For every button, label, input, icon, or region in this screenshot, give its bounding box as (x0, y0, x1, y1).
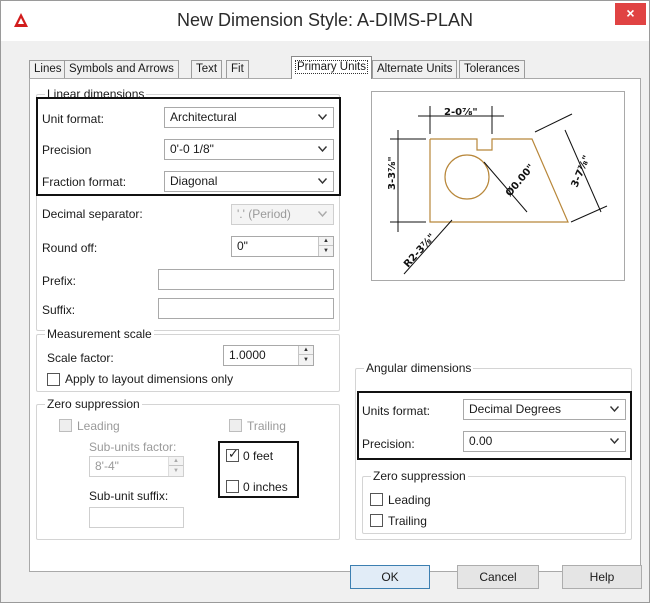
zero-suppression-linear-title: Zero suppression (45, 397, 142, 411)
scale-factor-input[interactable]: 1.0000 ▲ ▼ (223, 345, 314, 366)
sub-units-factor-input[interactable]: 8'-4" ▲ ▼ (89, 456, 184, 477)
zero-inches-label: 0 inches (243, 480, 288, 494)
angular-trailing-checkbox[interactable] (370, 514, 383, 527)
tab-alternate-units[interactable]: Alternate Units (372, 60, 458, 78)
spin-down-icon[interactable]: ▼ (319, 247, 333, 256)
zero-inches-checkbox[interactable] (226, 480, 239, 493)
tab-tolerances[interactable]: Tolerances (459, 60, 525, 78)
chevron-down-icon (610, 438, 619, 444)
unit-format-label: Unit format: (42, 112, 105, 126)
angular-units-format-select[interactable]: Decimal Degrees (463, 399, 626, 420)
sub-unit-suffix-input[interactable] (89, 507, 184, 528)
apply-layout-checkbox[interactable] (47, 373, 60, 386)
decimal-separator-value: '.' (Period) (237, 207, 291, 221)
preview-label-right: 3-7⅞" (570, 154, 593, 189)
chevron-down-icon (318, 146, 327, 152)
tab-text[interactable]: Text (191, 60, 223, 78)
suffix-label: Suffix: (42, 303, 76, 317)
chevron-down-icon (318, 114, 327, 120)
preview-drawing: 2-0⅞" 3-3⅞" 3-7⅞" Ø0.00" R2-3⅞" (387, 106, 608, 275)
title-bar[interactable]: New Dimension Style: A-DIMS-PLAN × (1, 1, 649, 41)
unit-format-value: Architectural (170, 110, 237, 124)
trailing-label: Trailing (247, 419, 286, 433)
window-title: New Dimension Style: A-DIMS-PLAN (176, 10, 474, 30)
leading-label: Leading (77, 419, 120, 433)
sub-unit-suffix-label: Sub-unit suffix: (89, 489, 169, 503)
preview-label-radius: R2-3⅞" (402, 232, 438, 270)
sub-units-spinner[interactable]: ▲ ▼ (168, 457, 183, 476)
close-button[interactable]: × (615, 3, 646, 25)
suffix-input[interactable] (158, 298, 334, 319)
cancel-button[interactable]: Cancel (457, 565, 539, 589)
precision-select[interactable]: 0'-0 1/8" (164, 139, 334, 160)
unit-format-select[interactable]: Architectural (164, 107, 334, 128)
angular-units-format-label: Units format: (362, 404, 431, 418)
preview-geometry (429, 138, 569, 223)
zero-feet-checkbox[interactable]: ✓ (226, 446, 239, 462)
measurement-scale-title: Measurement scale (45, 327, 154, 341)
zero-suppression-angular-title: Zero suppression (371, 469, 468, 483)
prefix-label: Prefix: (42, 274, 77, 288)
primary-units-panel: Linear dimensions Unit format: Architect… (29, 78, 641, 572)
dialog-window: New Dimension Style: A-DIMS-PLAN × Lines… (0, 0, 650, 603)
help-button[interactable]: Help (562, 565, 642, 589)
sub-units-factor-value: 8'-4" (95, 459, 119, 473)
round-off-label: Round off: (42, 241, 98, 255)
angular-leading-label: Leading (388, 493, 431, 507)
tab-symbols-and-arrows[interactable]: Symbols and Arrows (64, 60, 179, 78)
preview-label-diameter: Ø0.00" (503, 162, 537, 199)
scale-factor-value: 1.0000 (229, 348, 266, 362)
round-off-value: 0" (237, 239, 248, 253)
tab-primary-units[interactable]: Primary Units (291, 56, 373, 79)
chevron-down-icon (318, 211, 327, 217)
dimension-preview: 2-0⅞" 3-3⅞" 3-7⅞" Ø0.00" R2-3⅞" (371, 91, 625, 281)
round-off-input[interactable]: 0" ▲ ▼ (231, 236, 334, 257)
preview-label-left: 3-3⅞" (387, 156, 398, 190)
spin-down-icon[interactable]: ▼ (299, 356, 313, 365)
tab-lines[interactable]: Lines (29, 60, 67, 78)
angular-precision-value: 0.00 (469, 434, 493, 448)
chevron-down-icon (610, 406, 619, 412)
tab-fit[interactable]: Fit (226, 60, 249, 78)
round-off-spinner[interactable]: ▲ ▼ (318, 237, 333, 256)
tab-primary-units-label: Primary Units (294, 60, 369, 74)
ok-button[interactable]: OK (350, 565, 430, 589)
trailing-checkbox[interactable] (229, 419, 242, 432)
leading-checkbox[interactable] (59, 419, 72, 432)
fraction-format-select[interactable]: Diagonal (164, 171, 334, 192)
angular-dimensions-title: Angular dimensions (364, 361, 474, 375)
scale-factor-label: Scale factor: (47, 351, 114, 365)
spin-down-icon[interactable]: ▼ (169, 467, 183, 476)
preview-label-top: 2-0⅞" (444, 107, 478, 118)
chevron-down-icon (318, 178, 327, 184)
apply-layout-label: Apply to layout dimensions only (65, 372, 234, 386)
angular-precision-select[interactable]: 0.00 (463, 431, 626, 452)
angular-leading-checkbox[interactable] (370, 493, 383, 506)
angular-trailing-label: Trailing (388, 514, 427, 528)
sub-units-factor-label: Sub-units factor: (89, 440, 177, 454)
fraction-format-value: Diagonal (170, 174, 218, 188)
fraction-format-label: Fraction format: (42, 175, 127, 189)
decimal-separator-label: Decimal separator: (42, 207, 143, 221)
angular-units-format-value: Decimal Degrees (469, 402, 562, 416)
checkmark-icon: ✓ (228, 446, 239, 461)
decimal-separator-select[interactable]: '.' (Period) (231, 204, 334, 225)
prefix-input[interactable] (158, 269, 334, 290)
precision-value: 0'-0 1/8" (170, 142, 214, 156)
spin-up-icon[interactable]: ▲ (319, 237, 333, 246)
zero-feet-label: 0 feet (243, 449, 274, 463)
spin-up-icon[interactable]: ▲ (299, 346, 313, 355)
precision-label: Precision (42, 143, 92, 157)
scale-factor-spinner[interactable]: ▲ ▼ (298, 346, 313, 365)
spin-up-icon[interactable]: ▲ (169, 457, 183, 466)
close-icon: × (626, 5, 635, 21)
angular-precision-label: Precision: (362, 437, 415, 451)
